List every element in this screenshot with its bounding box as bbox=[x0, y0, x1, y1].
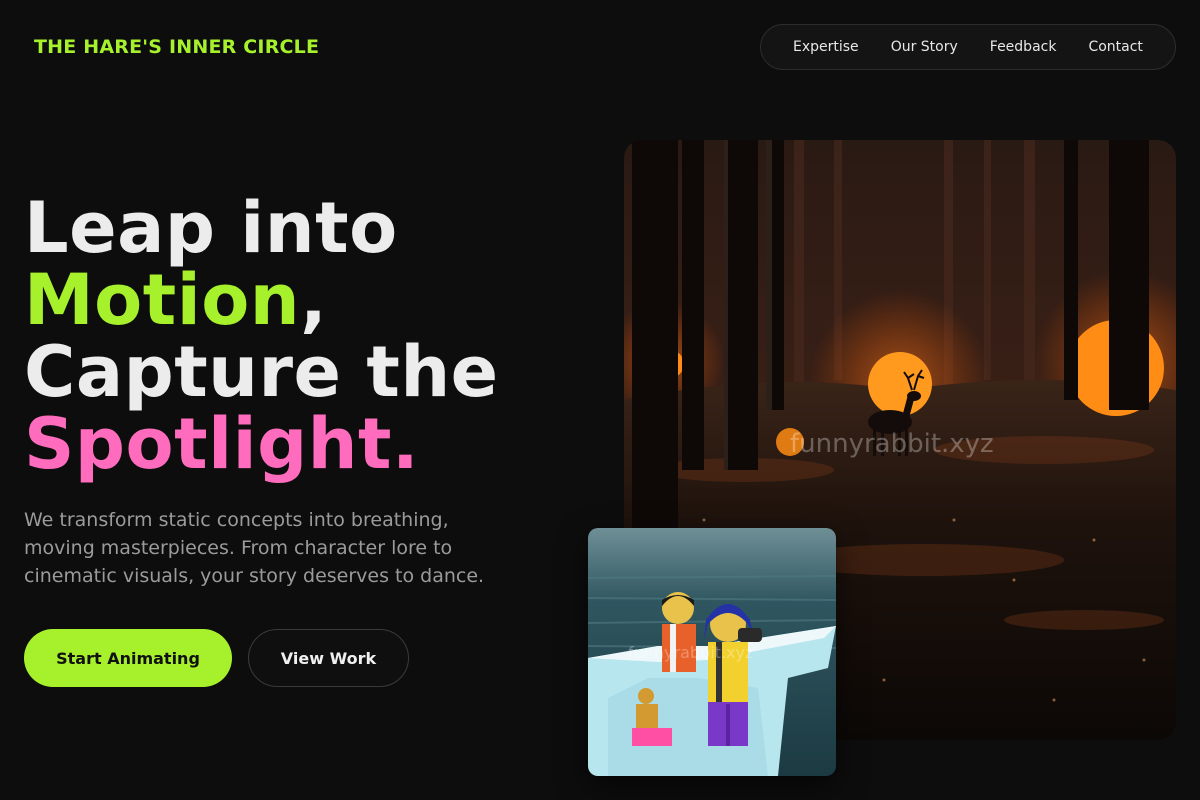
nav-item-our-story[interactable]: Our Story bbox=[891, 39, 958, 55]
nav-item-expertise[interactable]: Expertise bbox=[793, 39, 859, 55]
hero-description: We transform static concepts into breath… bbox=[24, 509, 485, 587]
headline-line-2: Motion, bbox=[24, 264, 499, 336]
headline-highlight-motion: Motion bbox=[24, 259, 301, 341]
nav-item-contact[interactable]: Contact bbox=[1088, 39, 1142, 55]
lego-boat-image: funnyrabbit.xyz bbox=[588, 528, 836, 776]
hero-headline: Leap into Motion, Capture the Spotlight. bbox=[24, 192, 499, 480]
headline-comma: , bbox=[300, 259, 328, 341]
nav-item-feedback[interactable]: Feedback bbox=[990, 39, 1057, 55]
main-image-watermark: funnyrabbit.xyz bbox=[790, 429, 994, 459]
brand-logo[interactable]: THE HARE'S INNER CIRCLE bbox=[34, 36, 319, 58]
headline-line-3: Capture the bbox=[24, 331, 499, 413]
landing-page: THE HARE'S INNER CIRCLE Expertise Our St… bbox=[0, 0, 1200, 800]
headline-line-1: Leap into bbox=[24, 187, 398, 269]
view-work-button[interactable]: View Work bbox=[248, 629, 409, 687]
small-image-watermark: funnyrabbit.xyz bbox=[628, 643, 753, 662]
start-animating-button[interactable]: Start Animating bbox=[24, 629, 232, 687]
main-nav: Expertise Our Story Feedback Contact bbox=[760, 24, 1176, 70]
headline-highlight-spotlight: Spotlight. bbox=[24, 403, 420, 485]
